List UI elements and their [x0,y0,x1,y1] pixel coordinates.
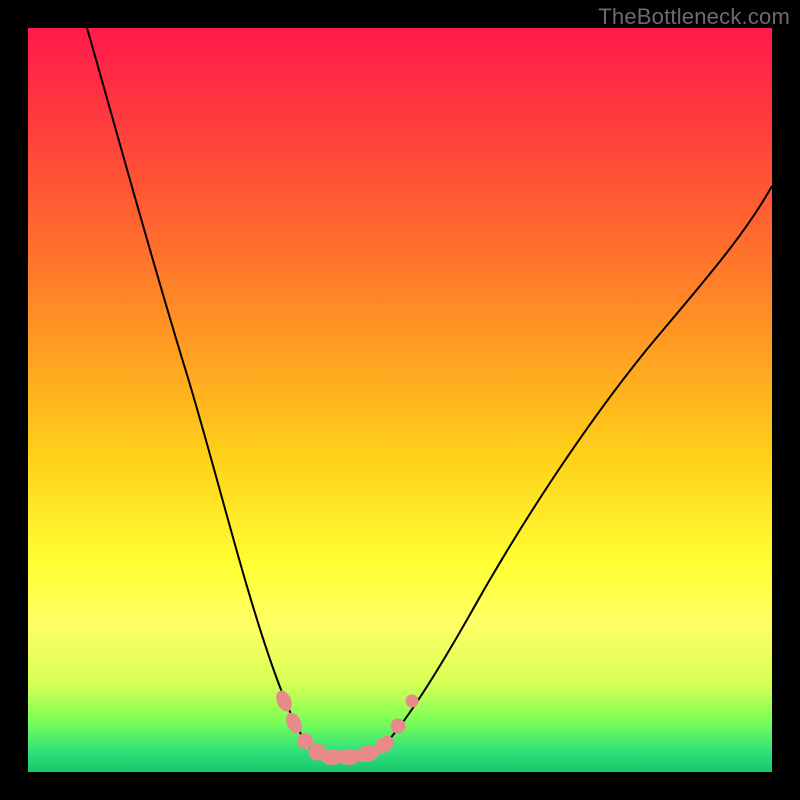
marker-dot [283,710,305,736]
left-curve [87,28,318,755]
plot-area [28,28,772,772]
marker-dot [406,695,419,708]
marker-dot [273,688,295,714]
marker-cluster [273,688,418,765]
chart-frame: TheBottleneck.com [0,0,800,800]
marker-dot [391,719,406,734]
watermark-text: TheBottleneck.com [598,4,790,30]
right-curve [378,186,772,752]
curve-layer [28,28,772,772]
